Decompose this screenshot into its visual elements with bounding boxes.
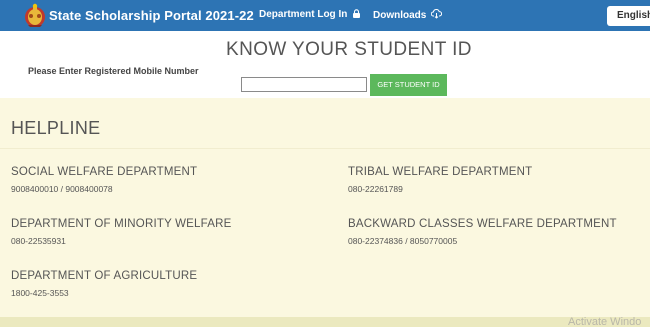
downloads-link[interactable]: Downloads [373,9,443,21]
department-name: BACKWARD CLASSES WELFARE DEPARTMENT [348,218,617,230]
department-name: DEPARTMENT OF MINORITY WELFARE [11,218,232,230]
get-student-id-button[interactable]: GET STUDENT ID [370,74,447,96]
department-phone: 080-22374836 / 8050770005 [348,236,458,246]
language-select-button[interactable]: English [607,6,650,26]
department-phone: 1800-425-3553 [11,288,69,298]
mobile-number-input[interactable] [241,77,367,92]
helpline-divider [0,148,650,149]
department-login-label: Department Log In [259,9,348,20]
helpline-entry-minority-welfare: DEPARTMENT OF MINORITY WELFARE 080-22535… [11,218,231,246]
department-name: TRIBAL WELFARE DEPARTMENT [348,166,533,178]
downloads-label: Downloads [373,10,427,21]
department-phone: 080-22261789 [348,184,403,194]
helpline-section: HELPLINE SOCIAL WELFARE DEPARTMENT 90084… [0,98,650,327]
know-student-id-heading: KNOW YOUR STUDENT ID [226,39,472,60]
helpline-entry-backward-classes: BACKWARD CLASSES WELFARE DEPARTMENT 080-… [348,218,617,246]
department-login-link[interactable]: Department Log In [259,9,361,20]
portal-title[interactable]: State Scholarship Portal 2021-22 [49,8,254,23]
download-icon [431,9,443,19]
windows-activation-watermark: Activate Windo [568,316,642,327]
mobile-number-label: Please Enter Registered Mobile Number [28,66,199,76]
helpline-entry-social-welfare: SOCIAL WELFARE DEPARTMENT 9008400010 / 9… [11,166,197,194]
helpline-entry-tribal-welfare: TRIBAL WELFARE DEPARTMENT 080-22261789 [348,166,532,194]
helpline-heading: HELPLINE [11,118,101,138]
department-phone: 080-22535931 [11,236,66,246]
lock-icon [353,9,361,18]
top-navigation-bar: State Scholarship Portal 2021-22 Departm… [0,0,650,31]
department-phone: 9008400010 / 9008400078 [11,184,113,194]
helpline-entry-agriculture: DEPARTMENT OF AGRICULTURE 1800-425-3553 [11,270,197,298]
department-name: DEPARTMENT OF AGRICULTURE [11,270,198,282]
footer-strip [0,317,650,327]
state-emblem-logo[interactable] [23,3,47,28]
department-name: SOCIAL WELFARE DEPARTMENT [11,166,198,178]
